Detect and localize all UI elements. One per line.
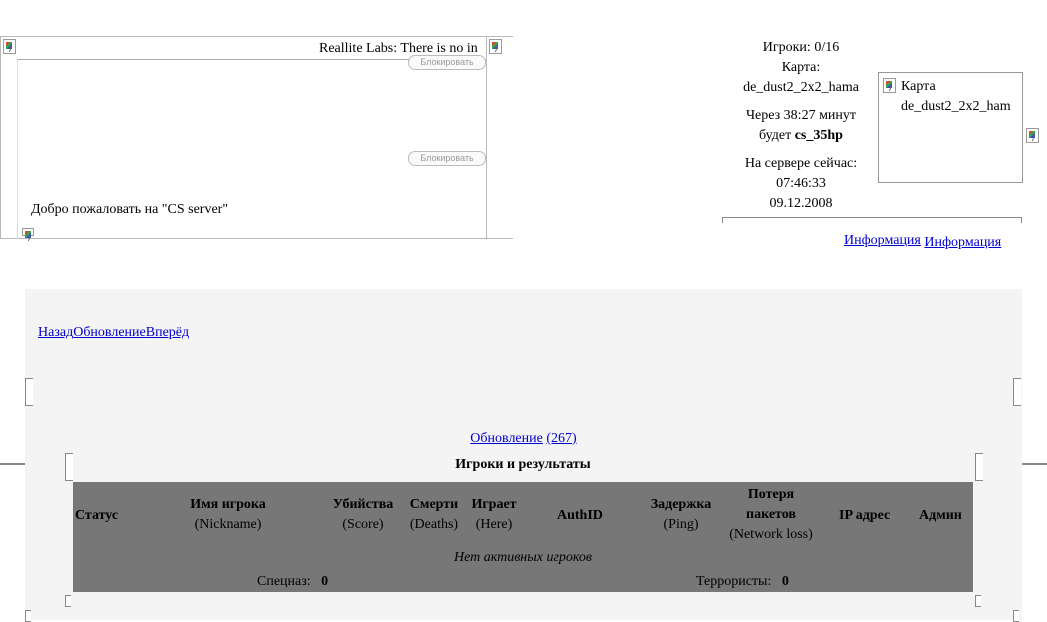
- players-table: Статус Имя игрока (Nickname) Убийства (S…: [73, 482, 973, 592]
- info-link[interactable]: Информация: [844, 233, 921, 248]
- broken-image-icon: [1026, 128, 1039, 143]
- t-label: Террористы:: [696, 574, 772, 589]
- news-panel: Reallite Labs: There is no in Блокироват…: [0, 36, 513, 239]
- info-link[interactable]: Информация: [924, 235, 1001, 250]
- refresh-line: Обновление (267): [25, 431, 1022, 447]
- broken-image-icon: [22, 228, 34, 238]
- server-time: 07:46:33: [776, 176, 826, 191]
- ct-label: Спецназ:: [257, 574, 311, 589]
- next-map-prefix: будет: [759, 128, 792, 143]
- nav-links: НазадОбновлениеВперёд: [38, 325, 189, 341]
- players-count: Игроки: 0/16: [762, 40, 840, 55]
- col-ping-sub: (Ping): [663, 517, 699, 532]
- news-frame: Блокировать Блокировать Добро пожаловать…: [17, 55, 487, 239]
- map-image-box: Карта de_dust2_2x2_ham: [878, 72, 1023, 183]
- col-loss-label2: пакетов: [746, 507, 796, 522]
- map-box-name: de_dust2_2x2_ham: [901, 99, 1011, 114]
- col-here[interactable]: Играет (Here): [467, 495, 521, 535]
- broken-image-icon: [3, 39, 16, 54]
- t-score-row: Террористы: 0: [696, 574, 789, 590]
- next-map-name: cs_35hp: [794, 128, 843, 143]
- t-score: 0: [781, 574, 789, 589]
- frame-corner-icon: [1013, 378, 1021, 406]
- col-status[interactable]: Статус: [75, 506, 118, 526]
- col-ping-label: Задержка: [650, 497, 712, 512]
- col-kills-label: Убийства: [332, 497, 394, 512]
- frame-corner-icon: [975, 453, 983, 481]
- main-panel: НазадОбновлениеВперёд Обновление (267) И…: [25, 289, 1022, 622]
- col-nickname-sub: (Nickname): [194, 517, 262, 532]
- col-ip[interactable]: IP адрес: [839, 506, 890, 526]
- frame-corner-icon: [975, 595, 981, 607]
- refresh-nav-link[interactable]: Обновление: [73, 325, 146, 340]
- col-here-sub: (Here): [475, 517, 513, 532]
- broken-image-icon: [883, 78, 896, 93]
- map-name: de_dust2_2x2_hama: [743, 80, 859, 95]
- now-label: На сервере сейчас:: [744, 156, 858, 171]
- map-label: Карта:: [781, 60, 821, 75]
- block-button[interactable]: Блокировать: [408, 55, 486, 70]
- news-welcome-text: Добро пожаловать на "CS server": [31, 202, 229, 217]
- players-table-title: Игроки и результаты: [455, 457, 591, 472]
- frame-corner-icon: [65, 453, 73, 481]
- col-network-loss[interactable]: Потеря пакетов (Network loss): [721, 485, 821, 545]
- col-deaths-label: Смерти: [409, 497, 459, 512]
- col-loss-label: Потеря: [747, 487, 795, 502]
- refresh-link[interactable]: Обновление: [470, 431, 543, 446]
- back-link[interactable]: Назад: [38, 325, 73, 340]
- divider: [0, 463, 25, 465]
- forward-link[interactable]: Вперёд: [146, 325, 189, 340]
- divider: [1022, 463, 1047, 465]
- col-kills-sub: (Score): [342, 517, 384, 532]
- col-kills[interactable]: Убийства (Score): [325, 495, 401, 535]
- block-button[interactable]: Блокировать: [408, 151, 486, 166]
- map-box-label: Карта: [901, 79, 936, 94]
- empty-players-message: Нет активных игроков: [454, 550, 592, 565]
- server-date: 09.12.2008: [769, 196, 833, 211]
- col-loss-sub: (Network loss): [729, 527, 813, 542]
- ct-score: 0: [321, 574, 329, 589]
- col-deaths[interactable]: Смерти (Deaths): [404, 495, 464, 535]
- frame-corner-icon: [25, 378, 33, 406]
- frame-corner-icon: [65, 595, 71, 607]
- info-links: Информация Информация: [844, 233, 1001, 250]
- news-scrollbar[interactable]: [486, 37, 513, 238]
- col-deaths-sub: (Deaths): [409, 517, 459, 532]
- col-admin[interactable]: Админ: [919, 506, 962, 526]
- next-map: будет cs_35hp: [722, 126, 880, 146]
- col-ping[interactable]: Задержка (Ping): [643, 495, 719, 535]
- col-authid[interactable]: AuthID: [557, 506, 603, 526]
- broken-image-icon: [489, 39, 502, 54]
- col-nickname-label: Имя игрока: [190, 497, 266, 512]
- frame-corner-icon: [25, 610, 31, 622]
- frame-corner-icon: [1013, 610, 1019, 622]
- next-map-timer: Через 38:27 минут: [745, 108, 857, 123]
- col-nickname[interactable]: Имя игрока (Nickname): [178, 495, 278, 535]
- col-here-label: Играет: [471, 497, 517, 512]
- refresh-count-link[interactable]: (267): [546, 431, 576, 446]
- server-info: Игроки: 0/16 Карта: de_dust2_2x2_hama Че…: [722, 38, 880, 214]
- info-bar: [722, 217, 1022, 223]
- ct-score-row: Спецназ: 0: [257, 574, 328, 590]
